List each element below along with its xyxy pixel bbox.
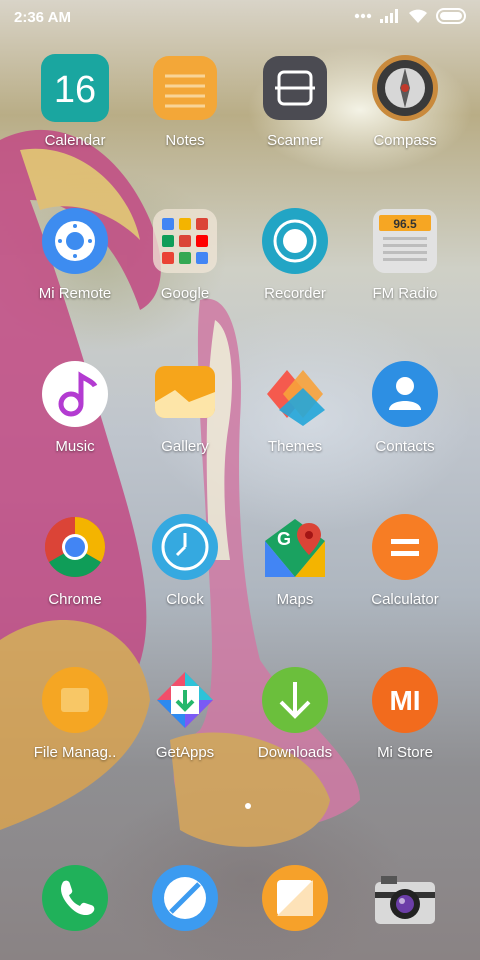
- music-note-icon: [42, 361, 108, 427]
- app-notes[interactable]: Notes: [130, 48, 240, 188]
- signal-icon: [380, 9, 398, 23]
- app-fm-radio[interactable]: 96.5 FM Radio: [350, 201, 460, 341]
- app-label: Music: [55, 438, 95, 455]
- battery-icon: [436, 8, 466, 24]
- themes-icon: [267, 370, 325, 426]
- dock-camera[interactable]: [350, 858, 460, 940]
- app-music[interactable]: Music: [20, 354, 130, 494]
- app-label: Notes: [165, 132, 205, 149]
- getapps-icon: [157, 672, 213, 728]
- more-dots-icon: [354, 13, 372, 19]
- app-label: FM Radio: [372, 285, 438, 302]
- mi-logo-text: MI: [389, 685, 420, 716]
- calendar-day-text: 16: [54, 69, 96, 111]
- scanner-icon: [263, 56, 327, 120]
- phone-icon: [42, 865, 108, 931]
- app-maps[interactable]: G Maps: [240, 507, 350, 647]
- recorder-icon: [262, 208, 328, 274]
- chrome-icon: [44, 517, 106, 578]
- app-label: File Manag..: [33, 744, 117, 761]
- calendar-icon: 16: [41, 54, 109, 122]
- app-label: GetApps: [155, 744, 215, 761]
- app-label: Mi Remote: [38, 285, 112, 302]
- app-label: Themes: [267, 438, 323, 455]
- dock-phone[interactable]: [20, 858, 130, 940]
- browser-icon: [152, 865, 218, 931]
- app-recorder[interactable]: Recorder: [240, 201, 350, 341]
- gallery-icon: [155, 366, 215, 418]
- camera-icon: [375, 876, 435, 924]
- app-file-manager[interactable]: File Manag..: [20, 660, 130, 800]
- page-indicator-dot: [245, 803, 251, 809]
- app-label: Clock: [166, 591, 204, 608]
- maps-icon: G: [265, 519, 325, 577]
- app-google-folder[interactable]: Google: [130, 201, 240, 341]
- app-contacts[interactable]: Contacts: [350, 354, 460, 494]
- app-getapps[interactable]: GetApps: [130, 660, 240, 800]
- app-label: Google: [160, 285, 210, 302]
- app-label: Maps: [276, 591, 314, 608]
- google-folder-icon: [153, 209, 217, 273]
- status-time: 2:36 AM: [14, 9, 71, 26]
- app-calendar[interactable]: 16 Calendar: [20, 48, 130, 188]
- dock-messaging[interactable]: [240, 858, 350, 940]
- file-manager-icon: [42, 667, 108, 733]
- app-gallery[interactable]: Gallery: [130, 354, 240, 494]
- app-compass[interactable]: Compass: [350, 48, 460, 188]
- svg-text:G: G: [277, 529, 291, 549]
- calculator-icon: [372, 514, 438, 580]
- status-bar: 2:36 AM: [0, 0, 480, 34]
- dock-browser[interactable]: [130, 858, 240, 940]
- app-label: Mi Store: [377, 744, 433, 761]
- app-label: Gallery: [161, 438, 209, 455]
- messaging-icon: [262, 865, 328, 931]
- notes-icon: [153, 56, 217, 120]
- radio-frequency-text: 96.5: [393, 217, 417, 231]
- app-label: Calculator: [371, 591, 439, 608]
- app-downloads[interactable]: Downloads: [240, 660, 350, 800]
- app-label: Calendar: [44, 132, 106, 149]
- app-mi-remote[interactable]: Mi Remote: [20, 201, 130, 341]
- radio-icon: 96.5: [373, 209, 437, 273]
- app-label: Recorder: [264, 285, 326, 302]
- app-themes[interactable]: Themes: [240, 354, 350, 494]
- app-scanner[interactable]: Scanner: [240, 48, 350, 188]
- app-chrome[interactable]: Chrome: [20, 507, 130, 647]
- app-label: Compass: [373, 132, 437, 149]
- remote-icon: [42, 208, 108, 274]
- app-clock[interactable]: Clock: [130, 507, 240, 647]
- download-arrow-icon: [262, 667, 328, 733]
- app-mi-store[interactable]: MI Mi Store: [350, 660, 460, 800]
- contact-person-icon: [372, 361, 438, 427]
- app-label: Scanner: [267, 132, 323, 149]
- wifi-icon: [409, 9, 427, 23]
- app-label: Chrome: [48, 591, 102, 608]
- clock-icon: [152, 514, 218, 580]
- app-label: Contacts: [375, 438, 435, 455]
- compass-icon: [372, 55, 438, 121]
- app-label: Downloads: [257, 744, 333, 761]
- app-calculator[interactable]: Calculator: [350, 507, 460, 647]
- mi-logo-icon: MI: [372, 667, 438, 733]
